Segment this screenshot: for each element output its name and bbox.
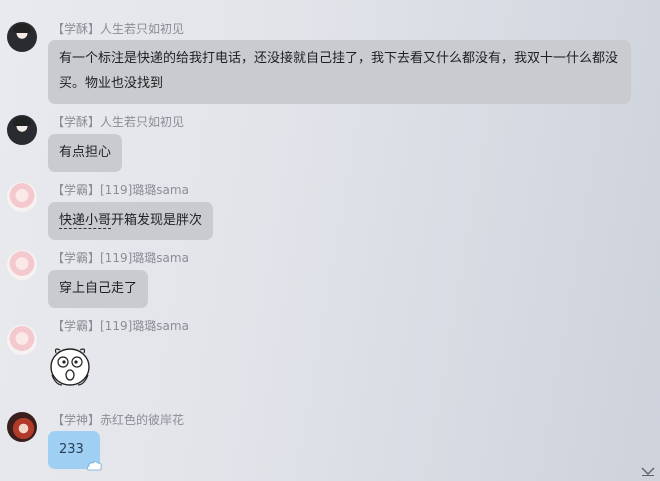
avatar[interactable] xyxy=(7,115,37,145)
message-text-line: 有一个标注是快递的给我打电话，还没接就自己挂了，我下去看又什么都没有，我双十一什… xyxy=(59,51,619,66)
sender-name[interactable]: 【学霸】[119]璐璐sama xyxy=(52,181,189,198)
message-bubble[interactable]: 穿上自己走了 xyxy=(48,270,149,308)
message-text: 有点担心 xyxy=(59,145,112,160)
message-text: 开箱发现是胖次 xyxy=(111,213,203,228)
avatar[interactable] xyxy=(7,182,37,212)
sender-name[interactable]: 【学霸】[119]璐璐sama xyxy=(52,317,189,334)
message-bubble[interactable]: 有点担心 xyxy=(48,134,123,172)
sender-name[interactable]: 【学神】赤红色的彼岸花 xyxy=(52,411,184,428)
sender-name[interactable]: 【学酥】人生若只如初见 xyxy=(52,20,184,37)
message-text: 233 xyxy=(59,442,84,457)
message-text: 穿上自己走了 xyxy=(59,281,138,296)
message-bubble[interactable]: 有一个标注是快递的给我打电话，还没接就自己挂了，我下去看又什么都没有，我双十一什… xyxy=(48,40,631,104)
avatar[interactable] xyxy=(7,412,37,442)
avatar[interactable] xyxy=(7,250,37,280)
avatar[interactable] xyxy=(7,22,37,52)
chevron-down-icon[interactable] xyxy=(640,466,656,478)
message-text-line: 买。物业也没找到 xyxy=(59,76,164,91)
cloud-icon xyxy=(86,461,102,471)
surprised-face-sticker[interactable] xyxy=(48,345,92,389)
chat-message-list[interactable]: 【学酥】人生若只如初见 有一个标注是快递的给我打电话，还没接就自己挂了，我下去看… xyxy=(0,0,660,481)
avatar[interactable] xyxy=(7,325,37,355)
message-bubble[interactable]: 233 xyxy=(48,431,102,471)
sender-name[interactable]: 【学霸】[119]璐璐sama xyxy=(52,249,189,266)
message-link-text[interactable]: 快递小哥 xyxy=(59,213,112,229)
sender-name[interactable]: 【学酥】人生若只如初见 xyxy=(52,113,184,130)
message-bubble[interactable]: 快递小哥开箱发现是胖次 xyxy=(48,202,214,240)
